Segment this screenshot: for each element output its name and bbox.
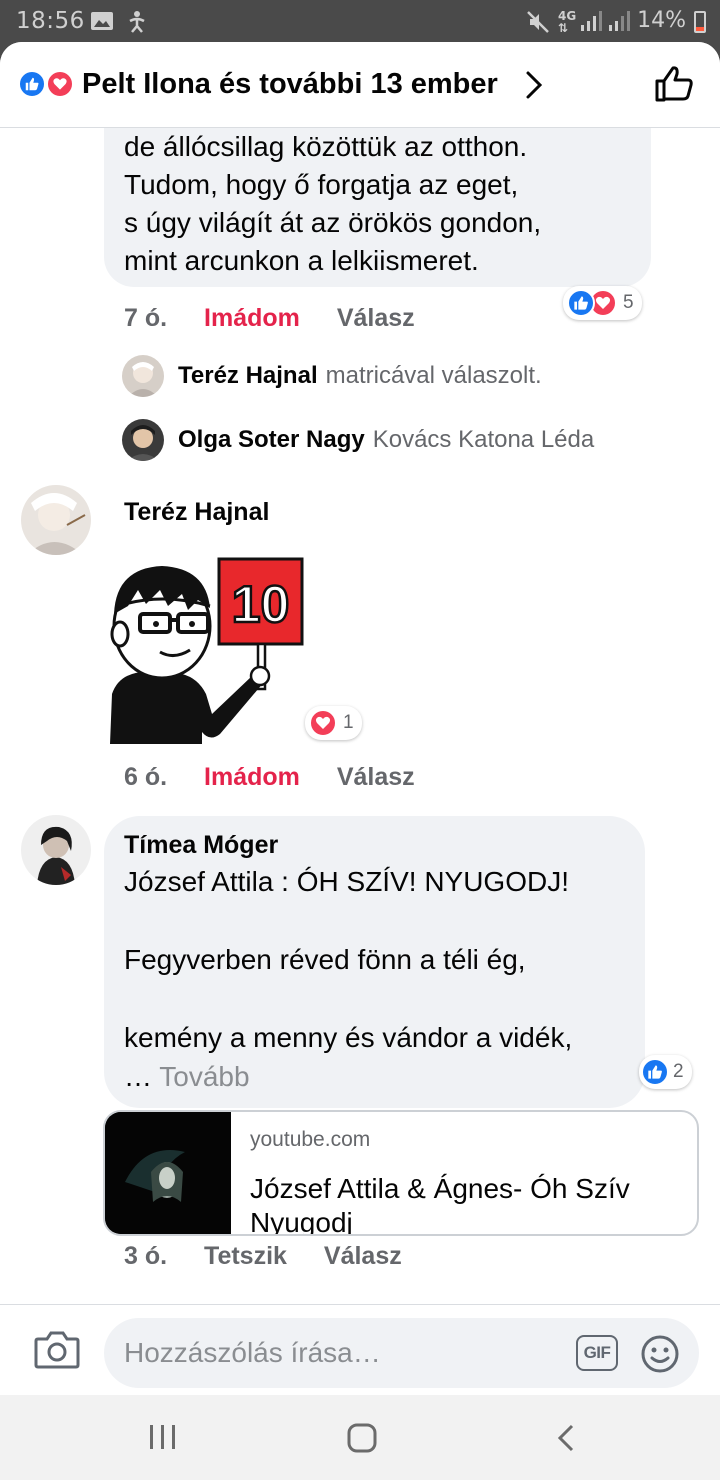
reaction-summary[interactable]: 5 (563, 286, 642, 320)
accessibility-icon (126, 10, 148, 38)
signal-icon (580, 10, 604, 36)
signal-icon (608, 10, 632, 36)
battery-percent: 14% (637, 8, 686, 33)
comment-text-line: s úgy világít át az örökös gondon, (124, 207, 542, 238)
like-post-button[interactable] (654, 64, 694, 109)
avatar[interactable] (122, 419, 164, 461)
like-button[interactable]: Tetszik (204, 1242, 287, 1270)
comment-composer: Hozzászólás írása… GIF (0, 1304, 720, 1395)
reaction-count: 2 (673, 1061, 684, 1082)
sticker-number: 10 (232, 576, 290, 634)
comment-text-line: mint arcunkon a lelkiismeret. (124, 245, 479, 276)
system-nav-bar (0, 1395, 720, 1480)
chevron-right-icon[interactable] (524, 70, 544, 105)
love-reaction-button[interactable]: Imádom (204, 763, 300, 791)
comment-time: 3 ó. (124, 1242, 168, 1270)
reply-preview[interactable]: Olga Soter Nagy Kovács Katona Léda (122, 419, 594, 461)
reaction-count: 5 (623, 292, 634, 313)
comment-actions: 7 ó. Imádom Válasz (124, 304, 415, 333)
reply-text: matricával válaszolt. (325, 362, 542, 389)
comment-text: József Attila : ÓH SZÍV! NYUGODJ! Fegyve… (124, 862, 645, 1096)
reaction-summary[interactable]: 1 (305, 706, 362, 740)
love-reaction-button[interactable]: Imádom (204, 304, 300, 332)
back-icon[interactable] (556, 1423, 576, 1458)
lte-icon: 4G ⇅ (558, 9, 577, 35)
link-domain: youtube.com (250, 1128, 371, 1151)
home-icon[interactable] (347, 1423, 377, 1458)
comment-time: 7 ó. (124, 304, 168, 332)
reply-author[interactable]: Olga Soter Nagy (178, 426, 365, 454)
see-more-link[interactable]: Tovább (159, 1061, 249, 1092)
reaction-count: 1 (343, 712, 354, 733)
mute-icon (526, 10, 550, 38)
reply-text: Kovács Katona Léda (372, 426, 595, 453)
comments-sheet: de állócsillag közöttük az otthon. Tudom… (0, 42, 720, 1395)
comment-author[interactable]: Teréz Hajnal (124, 498, 269, 527)
emoji-icon[interactable] (640, 1334, 680, 1379)
camera-icon[interactable] (34, 1329, 80, 1374)
comment-time: 6 ó. (124, 763, 168, 791)
reply-author[interactable]: Teréz Hajnal (178, 362, 318, 390)
video-thumbnail[interactable] (105, 1112, 231, 1234)
link-title[interactable]: József Attila & Ágnes- Óh Szív Nyugodj (250, 1172, 680, 1234)
like-icon (18, 70, 46, 98)
like-icon (567, 289, 595, 317)
comment-placeholder: Hozzászólás írása… (124, 1337, 381, 1368)
sticker[interactable]: 10 (102, 554, 312, 744)
comment-text-line: Tudom, hogy ő forgatja az eget, (124, 169, 519, 200)
avatar[interactable] (21, 485, 91, 555)
avatar[interactable] (21, 815, 91, 885)
comment-body: József Attila : ÓH SZÍV! NYUGODJ! Fegyve… (124, 866, 573, 1092)
comment-bubble[interactable]: Tímea Móger József Attila : ÓH SZÍV! NYU… (104, 816, 645, 1108)
gif-button[interactable]: GIF (576, 1335, 618, 1371)
reaction-summary[interactable]: 2 (639, 1055, 692, 1089)
reactions-header[interactable]: Pelt Ilona és további 13 ember (0, 42, 720, 128)
avatar[interactable] (122, 355, 164, 397)
reply-preview[interactable]: Teréz Hajnal matricával válaszolt. (122, 355, 542, 397)
battery-icon (694, 11, 706, 33)
reply-button[interactable]: Válasz (337, 304, 415, 332)
comment-input[interactable]: Hozzászólás írása… GIF (104, 1318, 699, 1388)
love-icon (46, 70, 74, 98)
link-preview-card[interactable]: youtube.com József Attila & Ágnes- Óh Sz… (103, 1110, 699, 1236)
reactions-summary-title[interactable]: Pelt Ilona és további 13 ember (82, 68, 498, 101)
gallery-icon (90, 10, 114, 36)
reply-button[interactable]: Válasz (337, 763, 415, 791)
comment-author[interactable]: Tímea Móger (124, 828, 645, 862)
comment-text-line: de állócsillag közöttük az otthon. (124, 131, 528, 162)
reply-button[interactable]: Válasz (324, 1242, 402, 1270)
comment-actions: 3 ó. Tetszik Válasz (124, 1242, 402, 1271)
status-time: 18:56 (16, 8, 85, 34)
recent-apps-icon[interactable] (148, 1423, 178, 1456)
like-icon (641, 1058, 669, 1086)
love-icon (309, 709, 337, 737)
status-bar: 18:56 4G ⇅ 14% (0, 0, 720, 44)
comment-actions: 6 ó. Imádom Válasz (124, 763, 415, 792)
